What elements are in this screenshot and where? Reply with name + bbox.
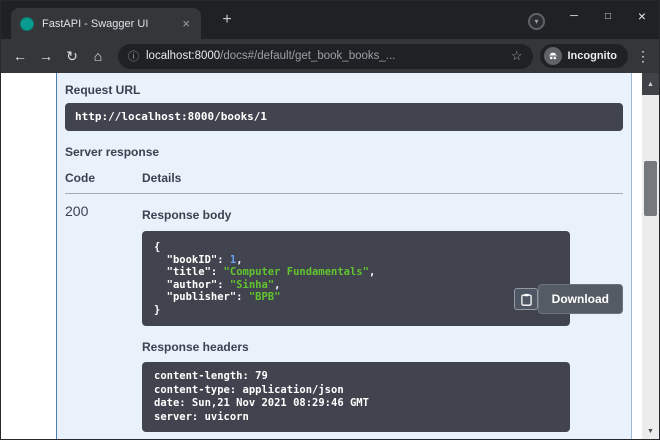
- address-bar[interactable]: ⓘ localhost:8000/docs#/default/get_book_…: [118, 44, 533, 69]
- fastapi-favicon-icon: [20, 17, 34, 31]
- incognito-icon: [544, 47, 562, 65]
- url-path: /docs#/default/get_book_books_...: [220, 50, 395, 62]
- status-code: 200: [65, 203, 142, 432]
- browser-menu-button[interactable]: ⋮: [633, 48, 653, 65]
- response-details-cell: Response body { "bookID": 1, "title": "C…: [142, 203, 623, 432]
- navigation-bar: ← → ↻ ⌂ ⓘ localhost:8000/docs#/default/g…: [1, 39, 659, 73]
- home-button[interactable]: ⌂: [85, 48, 111, 64]
- vertical-scrollbar[interactable]: ▲ ▼: [642, 73, 659, 439]
- forward-button[interactable]: →: [33, 48, 59, 64]
- tab-close-icon[interactable]: ×: [180, 16, 192, 31]
- maximize-button[interactable]: □: [591, 1, 625, 31]
- response-body-wrap: { "bookID": 1, "title": "Computer Fundam…: [142, 231, 623, 326]
- server-response-table: Code Details 200 Response body { "bookID…: [65, 171, 623, 432]
- response-body-code: { "bookID": 1, "title": "Computer Fundam…: [142, 231, 570, 326]
- server-response-label: Server response: [65, 145, 623, 159]
- request-url-label: Request URL: [65, 83, 623, 97]
- tab-title: FastAPI - Swagger UI: [42, 18, 180, 30]
- close-window-button[interactable]: ×: [625, 1, 659, 31]
- url-host: localhost:8000: [146, 50, 220, 62]
- incognito-badge: Incognito: [540, 44, 629, 68]
- copy-to-clipboard-button[interactable]: [514, 288, 538, 310]
- download-button[interactable]: Download: [538, 284, 623, 314]
- page-info-icon[interactable]: ⓘ: [128, 48, 139, 64]
- request-url-value: http://localhost:8000/books/1: [65, 103, 623, 131]
- clipboard-icon: [521, 293, 532, 306]
- scroll-up-icon[interactable]: ▲: [642, 73, 659, 95]
- tab-bar: FastAPI - Swagger UI × + ▾ ─ □ ×: [1, 1, 659, 39]
- swagger-get-opblock: Request URL http://localhost:8000/books/…: [56, 73, 632, 440]
- browser-tab[interactable]: FastAPI - Swagger UI ×: [11, 8, 201, 39]
- response-table-row: 200 Response body { "bookID": 1, "title"…: [65, 194, 623, 432]
- page-content: Request URL http://localhost:8000/books/…: [1, 73, 659, 439]
- response-headers-label: Response headers: [142, 340, 623, 354]
- incognito-label: Incognito: [568, 50, 618, 62]
- scrollbar-thumb[interactable]: [644, 161, 657, 216]
- browser-window: FastAPI - Swagger UI × + ▾ ─ □ × ← → ↻ ⌂…: [0, 0, 660, 440]
- bookmark-star-icon[interactable]: ☆: [511, 48, 523, 64]
- reload-button[interactable]: ↻: [59, 48, 85, 65]
- url-text: localhost:8000/docs#/default/get_book_bo…: [146, 50, 505, 62]
- back-button[interactable]: ←: [7, 48, 33, 64]
- tab-search-button[interactable]: ▾: [528, 13, 545, 30]
- response-headers-code: content-length: 79content-type: applicat…: [142, 362, 570, 432]
- code-column-header: Code: [65, 171, 142, 185]
- new-tab-button[interactable]: +: [217, 11, 237, 29]
- details-column-header: Details: [142, 171, 623, 185]
- scroll-down-icon[interactable]: ▼: [642, 423, 659, 439]
- response-table-header: Code Details: [65, 171, 623, 194]
- response-body-label: Response body: [142, 208, 623, 222]
- minimize-button[interactable]: ─: [557, 1, 591, 31]
